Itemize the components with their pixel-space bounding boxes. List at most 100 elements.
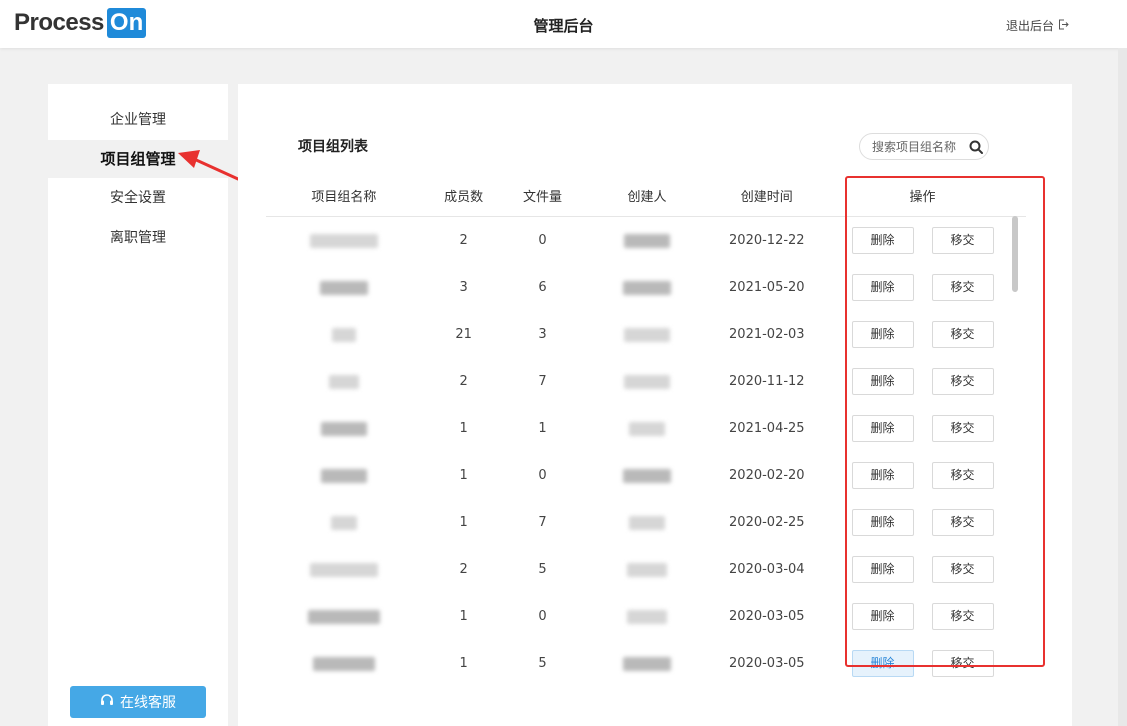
group-name-cell [266,452,422,499]
group-name-cell [266,405,422,452]
table-row: 1 7 2020-02-25 删除 移交 [266,499,1026,546]
actions-cell: 删除 移交 [819,452,1026,499]
created-date-cell: 2020-03-05 [729,609,805,624]
transfer-button[interactable]: 移交 [931,227,994,254]
transfer-button[interactable]: 移交 [931,368,994,395]
logout-label: 退出后台 [1005,19,1054,33]
created-date-cell: 2020-02-20 [729,468,805,483]
transfer-button[interactable]: 移交 [931,415,994,442]
table-row: 2 0 2020-12-22 删除 移交 [266,217,1026,265]
headset-icon [100,693,114,711]
table-row: 3 6 2021-05-20 删除 移交 [266,264,1026,311]
actions-cell: 删除 移交 [819,593,1026,640]
files-cell: 6 [538,280,547,295]
transfer-button[interactable]: 移交 [931,509,994,536]
column-header-name: 项目组名称 [266,174,422,217]
delete-button[interactable]: 删除 [851,227,914,254]
files-cell: 3 [538,327,547,342]
transfer-button[interactable]: 移交 [931,321,994,348]
group-name-cell [266,358,422,405]
column-header-actions: 操作 [819,174,1026,217]
created-date-cell: 2020-12-22 [729,233,805,248]
created-date-cell: 2020-03-05 [729,656,805,671]
members-cell: 2 [459,374,468,389]
group-name-cell [266,311,422,358]
files-cell: 0 [538,609,547,624]
delete-button[interactable]: 删除 [851,509,914,536]
search-box[interactable] [859,133,989,160]
actions-cell: 删除 移交 [819,405,1026,452]
created-date-cell: 2021-02-03 [729,327,805,342]
search-icon[interactable] [968,139,984,155]
group-name-cell [266,264,422,311]
members-cell: 2 [459,233,468,248]
table-row: 2 5 2020-03-04 删除 移交 [266,546,1026,593]
page-title: 管理后台 [533,17,594,35]
created-date-cell: 2020-03-04 [729,562,805,577]
transfer-button[interactable]: 移交 [931,556,994,583]
actions-cell: 删除 移交 [819,311,1026,358]
logout-button[interactable]: 退出后台 [1006,17,1069,34]
page-scrollbar[interactable] [1118,48,1127,726]
files-cell: 0 [538,233,547,248]
delete-button[interactable]: 删除 [851,462,914,489]
created-date-cell: 2021-04-25 [729,421,805,436]
files-cell: 0 [538,468,547,483]
transfer-button[interactable]: 移交 [931,274,994,301]
delete-button[interactable]: 删除 [851,556,914,583]
delete-button[interactable]: 删除 [851,650,914,677]
actions-cell: 删除 移交 [819,546,1026,593]
creator-cell [579,640,714,687]
created-date-cell: 2021-05-20 [729,280,805,295]
table-scrollbar[interactable] [1012,216,1018,292]
actions-cell: 删除 移交 [819,358,1026,405]
files-cell: 7 [538,515,547,530]
list-title: 项目组列表 [298,139,368,155]
actions-cell: 删除 移交 [819,217,1026,265]
files-cell: 5 [538,562,547,577]
transfer-button[interactable]: 移交 [931,462,994,489]
members-cell: 3 [459,280,468,295]
delete-button[interactable]: 删除 [851,415,914,442]
table-row: 1 0 2020-03-05 删除 移交 [266,593,1026,640]
creator-cell [579,217,714,265]
table-row: 1 1 2021-04-25 删除 移交 [266,405,1026,452]
creator-cell [579,546,714,593]
annotation-arrow-icon [178,150,240,181]
transfer-button[interactable]: 移交 [931,603,994,630]
search-input[interactable] [872,139,966,154]
table-row: 21 3 2021-02-03 删除 移交 [266,311,1026,358]
members-cell: 21 [455,327,472,342]
members-cell: 1 [459,421,468,436]
files-cell: 1 [538,421,547,436]
top-header: Process On 管理后台 退出后台 [0,0,1127,48]
online-service-button[interactable]: 在线客服 [70,686,206,718]
transfer-button[interactable]: 移交 [931,650,994,677]
creator-cell [579,264,714,311]
column-header-creator: 创建人 [579,174,715,217]
actions-cell: 删除 移交 [819,499,1026,546]
creator-cell [579,452,714,499]
sidebar-item-resignation[interactable]: 离职管理 [48,218,228,258]
column-header-created: 创建时间 [714,174,820,217]
online-service-label: 在线客服 [120,695,176,711]
group-name-cell [266,640,422,687]
creator-cell [579,499,714,546]
members-cell: 1 [459,515,468,530]
delete-button[interactable]: 删除 [851,321,914,348]
sidebar-item-enterprise[interactable]: 企业管理 [48,100,228,140]
table-header-row: 项目组名称 成员数 文件量 创建人 创建时间 操作 [266,174,1026,217]
group-name-cell [266,593,422,640]
table-row: 1 5 2020-03-05 删除 移交 [266,640,1026,687]
sidebar-item-security[interactable]: 安全设置 [48,178,228,218]
members-cell: 2 [459,562,468,577]
delete-button[interactable]: 删除 [851,603,914,630]
created-date-cell: 2020-11-12 [729,374,805,389]
column-header-files: 文件量 [505,174,580,217]
created-date-cell: 2020-02-25 [729,515,805,530]
delete-button[interactable]: 删除 [851,274,914,301]
delete-button[interactable]: 删除 [851,368,914,395]
group-name-cell [266,546,422,593]
main-panel: 项目组列表 项目组名称 成员数 文件量 创建人 创建时间 操作 2 0 [238,84,1072,726]
members-cell: 1 [459,468,468,483]
